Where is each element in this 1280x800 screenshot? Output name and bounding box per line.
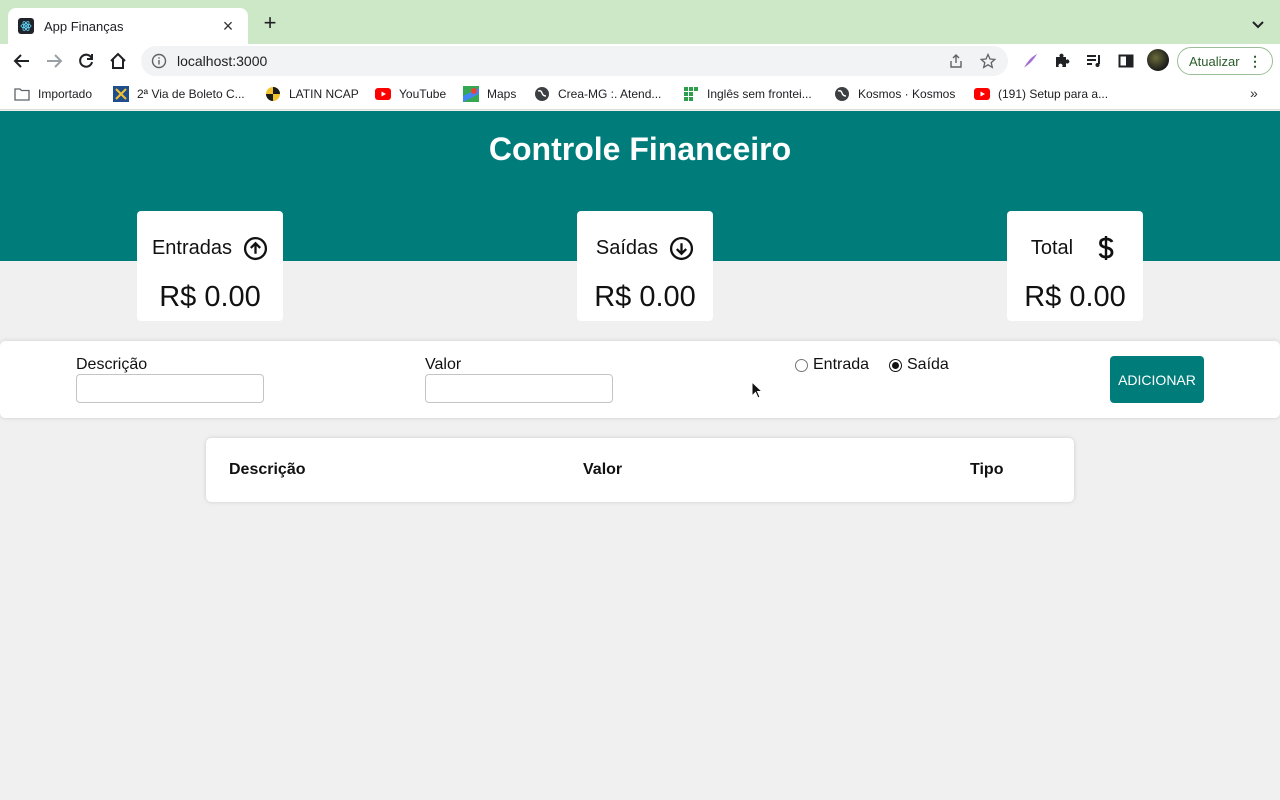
- transactions-table: Descrição Valor Tipo: [206, 438, 1074, 502]
- bookmarks-bar: Importado 2ª Via de Boleto C... LATIN NC…: [0, 78, 1280, 110]
- radio-saida[interactable]: Saída: [889, 356, 949, 374]
- tab-close-icon[interactable]: ×: [218, 16, 238, 36]
- arrow-right-icon: [47, 54, 63, 68]
- description-label: Descrição: [76, 356, 148, 373]
- info-icon[interactable]: [151, 53, 167, 69]
- more-bookmarks-icon[interactable]: »: [1250, 85, 1258, 101]
- reload-button[interactable]: [74, 49, 98, 73]
- dollar-icon: [1093, 235, 1119, 261]
- radio-saida-control[interactable]: [889, 358, 902, 372]
- bookmark-importado[interactable]: Importado: [14, 85, 92, 103]
- grid-icon: [683, 86, 699, 102]
- quill-extension-icon[interactable]: [1018, 49, 1042, 73]
- profile-avatar[interactable]: [1147, 49, 1169, 71]
- tab-title: App Finanças: [44, 18, 124, 34]
- reload-icon: [79, 53, 93, 68]
- new-tab-button[interactable]: +: [258, 12, 282, 36]
- arrow-left-icon: [13, 54, 29, 68]
- bookmark-kosmos[interactable]: Kosmos · Kosmos: [834, 85, 955, 103]
- browser-toolbar: localhost:3000 Atualizar ⋮: [0, 44, 1280, 78]
- total-card: Total R$ 0.00: [1007, 211, 1143, 321]
- react-icon: [18, 18, 34, 34]
- app-page: Controle Financeiro Entradas R$ 0.00 Saí…: [0, 111, 1280, 800]
- bookmark-setup-video[interactable]: (191) Setup para a...: [974, 85, 1108, 103]
- bookmark-label: Importado: [38, 87, 93, 101]
- radio-entrada-control[interactable]: [795, 358, 808, 372]
- bookmark-label: (191) Setup para a...: [998, 87, 1109, 101]
- column-header-description: Descrição: [229, 461, 306, 478]
- boleto-icon: [113, 86, 129, 102]
- mouse-cursor-icon: [751, 380, 764, 399]
- browser-tabstrip: App Finanças × +: [0, 0, 1280, 44]
- total-card-value: R$ 0.00: [1024, 281, 1126, 313]
- browser-tab[interactable]: App Finanças ×: [8, 8, 248, 44]
- url-text[interactable]: localhost:3000: [177, 53, 934, 69]
- arrow-up-circle-icon: [242, 235, 268, 261]
- bookmark-label: Kosmos · Kosmos: [858, 87, 956, 101]
- bookmark-latin-ncap[interactable]: LATIN NCAP: [265, 85, 359, 103]
- back-button[interactable]: [10, 49, 34, 73]
- radio-entrada[interactable]: Entrada: [795, 356, 869, 374]
- radio-saida-label: Saída: [907, 356, 949, 373]
- expense-card-label: Saídas: [595, 236, 659, 259]
- globe-icon: [834, 86, 850, 102]
- side-panel-icon[interactable]: [1114, 49, 1138, 73]
- update-button[interactable]: Atualizar ⋮: [1177, 47, 1273, 75]
- arrow-down-circle-icon: [668, 235, 694, 261]
- youtube-icon: [375, 86, 391, 102]
- description-input[interactable]: [76, 374, 264, 403]
- bookmark-label: LATIN NCAP: [289, 87, 359, 101]
- latin-ncap-icon: [265, 86, 281, 102]
- income-card: Entradas R$ 0.00: [137, 211, 283, 321]
- maps-icon: [463, 86, 479, 102]
- home-icon: [110, 52, 126, 69]
- expense-card-value: R$ 0.00: [594, 281, 696, 313]
- column-header-type: Tipo: [970, 461, 1004, 478]
- extensions-puzzle-icon[interactable]: [1050, 49, 1074, 73]
- income-card-value: R$ 0.00: [159, 281, 261, 313]
- bookmark-label: 2ª Via de Boleto C...: [137, 87, 245, 101]
- bookmark-crea-mg[interactable]: Crea-MG :. Atend...: [534, 85, 661, 103]
- bookmark-youtube[interactable]: YouTube: [375, 85, 446, 103]
- total-card-label: Total: [1030, 236, 1074, 259]
- media-queue-icon[interactable]: [1082, 49, 1106, 73]
- page-title: Controle Financeiro: [488, 131, 792, 167]
- bookmark-label: Inglês sem frontei...: [707, 87, 812, 101]
- home-button[interactable]: [106, 49, 130, 73]
- update-button-label: Atualizar: [1189, 53, 1240, 69]
- expense-card: Saídas R$ 0.00: [577, 211, 713, 321]
- bookmark-boleto[interactable]: 2ª Via de Boleto C...: [113, 85, 245, 103]
- add-button[interactable]: ADICIONAR: [1110, 356, 1204, 403]
- forward-button[interactable]: [42, 49, 66, 73]
- share-icon[interactable]: [946, 51, 966, 71]
- youtube-icon: [974, 86, 990, 102]
- amount-label: Valor: [425, 356, 462, 373]
- bookmark-label: YouTube: [399, 87, 447, 101]
- bookmark-ingles[interactable]: Inglês sem frontei...: [683, 85, 812, 103]
- kebab-menu-icon[interactable]: ⋮: [1248, 54, 1262, 68]
- tab-search-icon[interactable]: [1248, 14, 1268, 34]
- amount-input[interactable]: [425, 374, 613, 403]
- transaction-form: Descrição Valor Entrada Saída ADICIONAR: [0, 341, 1280, 418]
- bookmark-label: Crea-MG :. Atend...: [558, 87, 662, 101]
- bookmark-maps[interactable]: Maps: [463, 85, 516, 103]
- star-icon[interactable]: [978, 51, 998, 71]
- column-header-amount: Valor: [583, 461, 623, 478]
- income-card-label: Entradas: [151, 236, 233, 259]
- bookmark-label: Maps: [487, 87, 517, 101]
- folder-icon: [14, 86, 30, 102]
- address-bar[interactable]: localhost:3000: [141, 46, 1008, 76]
- radio-entrada-label: Entrada: [813, 356, 870, 373]
- globe-icon: [534, 86, 550, 102]
